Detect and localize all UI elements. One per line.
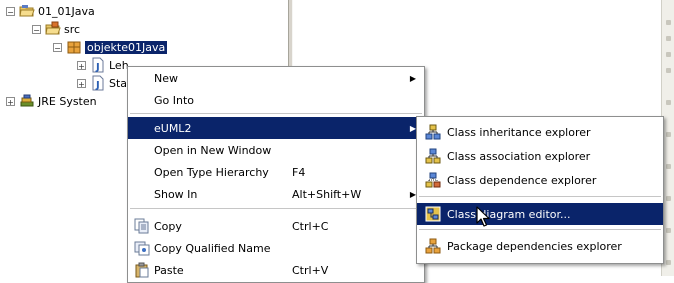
submenu-separator (419, 229, 661, 230)
submenu-arrow-icon: ▶ (409, 73, 416, 83)
menu-separator (130, 113, 422, 114)
expand-toggle-icon[interactable]: + (77, 78, 86, 89)
java-file-icon: J (92, 75, 104, 91)
class-inheritance-icon (425, 124, 441, 140)
copy-qualified-name-icon (134, 241, 150, 256)
menu-item-paste[interactable]: Paste Ctrl+V (128, 259, 424, 281)
tree-label: 01_01Java (38, 4, 95, 18)
context-menu: New ▶ Go Into eUML2 ▶ Open in New Window… (127, 66, 425, 283)
svg-text:J: J (95, 80, 100, 91)
collapse-toggle-icon[interactable]: − (6, 6, 15, 17)
submenu-item-class-inheritance-explorer[interactable]: Class inheritance explorer (417, 121, 663, 143)
collapse-toggle-icon[interactable]: − (53, 42, 62, 53)
menu-item-copy[interactable]: Copy Ctrl+C (128, 215, 424, 237)
tree-node-class[interactable]: + J Sta (77, 74, 127, 92)
package-icon (67, 41, 81, 54)
tree-label: src (64, 22, 81, 36)
svg-text:J: J (95, 62, 100, 73)
tree-node-package[interactable]: − objekte01Java (53, 38, 168, 56)
tree-label: JRE Systen (38, 94, 97, 108)
submenu-separator (419, 196, 661, 197)
source-folder-icon (45, 21, 61, 35)
expand-toggle-icon[interactable]: + (77, 60, 86, 71)
java-file-icon: J (92, 57, 104, 73)
euml2-submenu: Class inheritance explorer Class associa… (416, 116, 664, 264)
package-dependencies-icon (425, 238, 441, 254)
library-icon (20, 94, 34, 107)
submenu-item-package-dependencies-explorer[interactable]: Package dependencies explorer (417, 235, 663, 257)
menu-item-go-into[interactable]: Go Into (128, 89, 424, 111)
mouse-pointer-icon (476, 206, 490, 227)
tree-node-class[interactable]: + J Leh (77, 56, 129, 74)
tree-label-selected: objekte01Java (85, 40, 168, 54)
class-association-icon (425, 148, 441, 164)
menu-separator (130, 208, 422, 209)
expand-toggle-icon[interactable]: + (6, 96, 15, 107)
menu-item-copy-qualified-name[interactable]: Copy Qualified Name (128, 237, 424, 259)
tree-label: Sta (109, 76, 128, 90)
tree-node-project[interactable]: − 01_01Java (6, 2, 95, 20)
menu-item-open-type-hierarchy[interactable]: Open Type Hierarchy F4 (128, 161, 424, 183)
class-dependence-icon (425, 172, 441, 188)
submenu-item-class-association-explorer[interactable]: Class association explorer (417, 145, 663, 167)
tree-node-src[interactable]: − src (32, 20, 80, 38)
copy-icon (134, 218, 149, 234)
class-diagram-icon (425, 206, 441, 222)
menu-item-new[interactable]: New ▶ (128, 67, 424, 89)
submenu-item-class-dependence-explorer[interactable]: Class dependence explorer (417, 169, 663, 191)
menu-item-euml2[interactable]: eUML2 ▶ (128, 117, 424, 139)
tree-node-jre[interactable]: + JRE Systen (6, 92, 97, 110)
submenu-item-class-diagram-editor[interactable]: Class diagram editor... (417, 203, 663, 225)
collapse-toggle-icon[interactable]: − (32, 24, 41, 35)
menu-item-open-in-new-window[interactable]: Open in New Window (128, 139, 424, 161)
project-folder-icon (19, 5, 35, 17)
tree-label: Leh (109, 58, 129, 72)
menu-item-show-in[interactable]: Show In Alt+Shift+W ▶ (128, 183, 424, 205)
